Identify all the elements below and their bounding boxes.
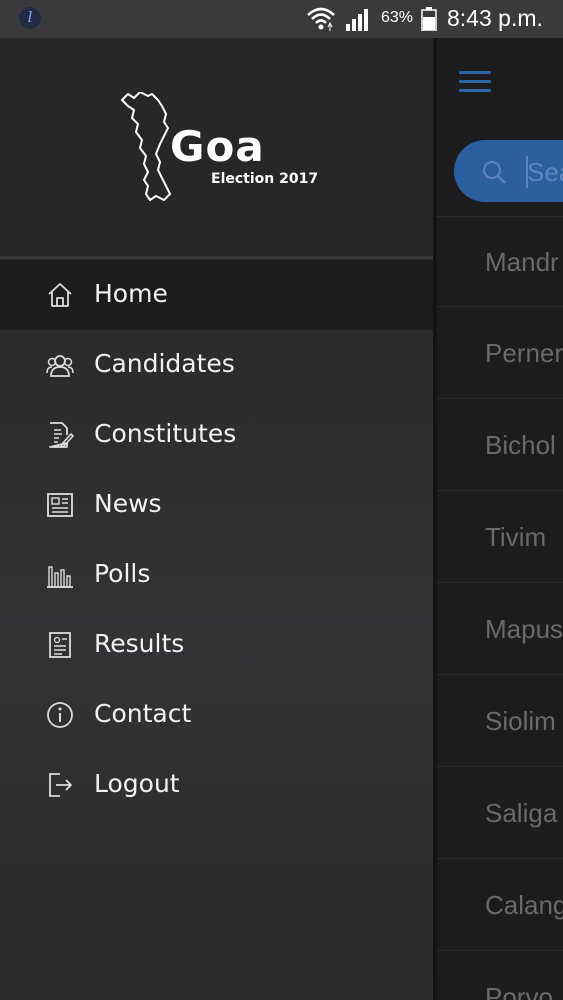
drawer-item-label: Contact <box>94 699 192 728</box>
clock: 8:43 p.m. <box>447 5 543 31</box>
drawer-header: Goa Election 2017 <box>0 38 433 256</box>
list-item[interactable]: Saliga <box>437 768 563 859</box>
drawer-item-label: Candidates <box>94 349 235 378</box>
document-edit-icon <box>49 422 74 448</box>
drawer-item-results[interactable]: Results <box>0 610 433 680</box>
drawer-item-news[interactable]: News <box>0 470 433 540</box>
logo-title: Goa <box>170 122 265 171</box>
results-icon <box>49 632 71 658</box>
drawer-item-label: News <box>94 489 162 518</box>
goa-map-logo-icon <box>121 92 171 201</box>
drawer-item-candidates[interactable]: Candidates <box>0 330 433 400</box>
drawer-item-label: Results <box>94 629 185 658</box>
drawer-item-contact[interactable]: Contact <box>0 680 433 750</box>
drawer-item-label: Constitutes <box>94 419 237 448</box>
app-notification-icon: l <box>19 7 41 29</box>
bar-chart-icon <box>47 566 73 588</box>
status-bar: l 63% 8:43 p.m. <box>0 0 563 38</box>
cell-signal-icon <box>346 9 368 31</box>
drawer-item-logout[interactable]: Logout <box>0 750 433 820</box>
drawer-item-label: Home <box>94 279 168 308</box>
divider <box>0 256 433 259</box>
drawer-shadow <box>433 38 437 1000</box>
info-icon <box>47 702 73 728</box>
search-icon <box>483 161 506 184</box>
newspaper-icon <box>47 493 73 517</box>
search-input[interactable]: Sea <box>527 157 563 188</box>
logout-icon <box>49 773 72 797</box>
wifi-icon <box>307 7 335 31</box>
drawer-item-polls[interactable]: Polls <box>0 540 433 610</box>
drawer-item-label: Logout <box>94 769 180 798</box>
list-item[interactable]: Siolim <box>437 676 563 767</box>
list-item[interactable]: Mapus <box>437 584 563 675</box>
list-item[interactable]: Bichol <box>437 400 563 491</box>
list-item[interactable]: Porvo <box>437 952 563 1000</box>
hamburger-menu-icon[interactable] <box>459 71 491 93</box>
list-item[interactable]: Tivim <box>437 492 563 583</box>
home-icon <box>48 283 72 307</box>
drawer-item-home[interactable]: Home <box>0 260 433 330</box>
list-item[interactable]: Perner <box>437 308 563 399</box>
list-item[interactable]: Mandr <box>437 216 563 307</box>
battery-icon <box>421 7 437 31</box>
list-item[interactable]: Calang <box>437 860 563 951</box>
search-bar[interactable]: Sea <box>454 140 563 202</box>
candidates-icon <box>46 355 74 377</box>
drawer-item-constitutes[interactable]: Constitutes <box>0 400 433 470</box>
battery-percent: 63% <box>381 9 414 26</box>
navigation-drawer: Goa Election 2017 Home Candidates Consti… <box>0 38 437 1000</box>
drawer-item-label: Polls <box>94 559 151 588</box>
logo-subtitle: Election 2017 <box>211 171 319 187</box>
background-screen: Sea Mandr Perner Bichol Tivim Mapus Siol… <box>437 38 563 1000</box>
